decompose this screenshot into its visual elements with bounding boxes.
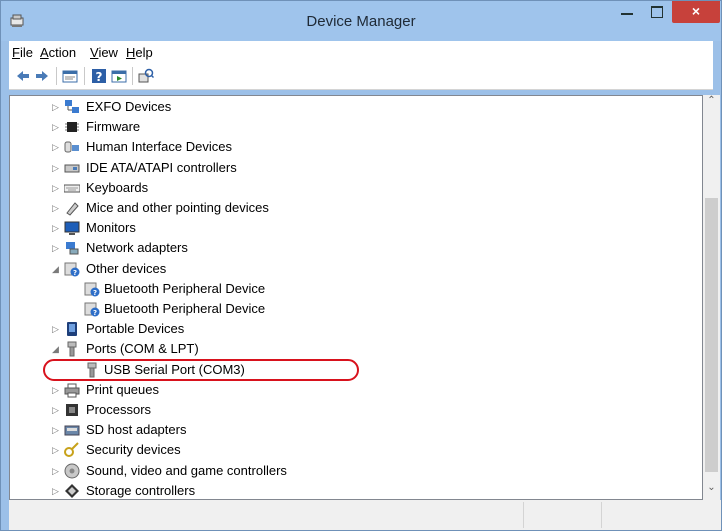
unknown-device-icon: ?	[84, 282, 100, 297]
maximize-icon	[651, 6, 663, 18]
expand-arrow-icon[interactable]: ▷	[52, 424, 62, 436]
title-bar[interactable]: Device Manager ×	[1, 1, 721, 41]
toolbar: ?	[9, 63, 713, 90]
toolbar-separator	[132, 67, 133, 85]
unknown-device-icon: ?	[64, 262, 80, 277]
expand-arrow-icon[interactable]: ▷	[52, 404, 62, 416]
sd-adapter-icon	[64, 425, 80, 436]
collapse-arrow-icon[interactable]: ◢	[52, 343, 62, 355]
tree-category-label: Keyboards	[86, 179, 149, 195]
expand-arrow-icon[interactable]: ▷	[52, 242, 62, 254]
svg-text:?: ?	[93, 289, 97, 297]
tree-category-label: Firmware	[86, 119, 141, 135]
tree-category-label: Storage controllers	[86, 482, 196, 498]
vertical-scrollbar[interactable]: ⌃ ⌄	[703, 95, 720, 500]
sound-icon	[64, 463, 80, 479]
tree-category-label: Human Interface Devices	[86, 139, 232, 155]
expand-arrow-icon[interactable]: ▷	[52, 485, 62, 497]
network-devices-icon	[65, 100, 79, 113]
keyboard-icon	[64, 184, 80, 193]
status-bar	[9, 500, 721, 530]
expand-arrow-icon[interactable]: ▷	[52, 444, 62, 456]
security-key-icon	[64, 442, 79, 458]
tree-category-label: Monitors	[86, 220, 136, 236]
scrollbar-thumb[interactable]	[705, 198, 718, 472]
storage-icon	[65, 483, 79, 498]
expand-arrow-icon[interactable]: ▷	[52, 323, 62, 335]
collapse-arrow-icon[interactable]: ◢	[52, 263, 62, 275]
close-icon: ×	[691, 3, 701, 19]
svg-text:?: ?	[96, 70, 103, 84]
minimize-button[interactable]	[613, 1, 641, 23]
unknown-device-icon: ?	[84, 302, 100, 317]
back-arrow-icon[interactable]	[15, 68, 31, 84]
tree-category-label: Portable Devices	[86, 321, 185, 337]
tree-category-label: Network adapters	[86, 240, 188, 256]
mouse-icon	[66, 202, 79, 216]
tree-category-label: SD host adapters	[86, 422, 187, 438]
firmware-icon	[65, 122, 79, 133]
tree-category-label: Sound, video and game controllers	[86, 462, 287, 478]
device-tree[interactable]: ▷ EXFO Devices ▷ Firmware ▷ Human Interface D…	[9, 95, 703, 500]
expand-arrow-icon[interactable]: ▷	[52, 222, 62, 234]
maximize-button[interactable]	[643, 1, 671, 23]
expand-arrow-icon[interactable]: ▷	[52, 182, 62, 194]
expand-arrow-icon[interactable]: ▷	[52, 101, 62, 113]
properties-icon[interactable]	[62, 68, 78, 84]
menu-view[interactable]: View	[90, 45, 118, 60]
expand-arrow-icon[interactable]: ▷	[52, 162, 62, 174]
forward-arrow-icon[interactable]	[34, 68, 50, 84]
status-panel	[523, 502, 602, 528]
tree-category-label: IDE ATA/ATAPI controllers	[86, 159, 237, 175]
tree-category-label: Security devices	[86, 442, 181, 458]
ide-controller-icon	[64, 164, 80, 173]
tree-device-label: Bluetooth Peripheral Device	[104, 301, 266, 316]
toolbar-separator	[84, 67, 85, 85]
port-icon	[67, 341, 77, 357]
expand-arrow-icon[interactable]: ▷	[52, 384, 62, 396]
tree-device-label: Bluetooth Peripheral Device	[104, 280, 266, 296]
tree-category-label: Ports (COM & LPT)	[86, 341, 199, 357]
tree-category-label: Print queues	[86, 381, 159, 397]
status-panel	[601, 502, 712, 528]
expand-arrow-icon[interactable]: ▷	[52, 465, 62, 477]
device-manager-window: Device Manager × File Action View Help ?…	[0, 0, 722, 531]
svg-text:?: ?	[93, 309, 97, 317]
network-adapter-icon	[66, 242, 79, 255]
expand-arrow-icon[interactable]: ▷	[52, 202, 62, 214]
close-button[interactable]: ×	[672, 1, 720, 23]
highlight-ring	[43, 358, 359, 381]
tree-category-label: EXFO Devices	[86, 99, 172, 114]
menu-bar: File Action View Help	[9, 41, 713, 63]
tree-category-label: Processors	[86, 402, 152, 417]
toolbar-separator	[56, 67, 57, 85]
tree-category-label: Mice and other pointing devices	[86, 200, 269, 215]
help-icon[interactable]: ?	[91, 68, 107, 84]
hid-icon	[64, 141, 79, 153]
expand-arrow-icon[interactable]: ▷	[52, 141, 62, 153]
menu-file[interactable]: File	[12, 45, 33, 60]
svg-text:?: ?	[73, 269, 77, 277]
menu-action[interactable]: Action	[40, 45, 76, 60]
expand-arrow-icon[interactable]: ▷	[52, 121, 62, 133]
menu-help[interactable]: Help	[126, 45, 153, 60]
printer-icon	[64, 383, 80, 398]
minimize-icon	[621, 13, 633, 15]
processor-icon	[66, 404, 78, 416]
tree-category-label: Other devices	[86, 260, 167, 276]
scroll-down-icon[interactable]: ⌄	[703, 482, 720, 500]
monitor-icon	[64, 221, 80, 236]
portable-device-icon	[67, 322, 77, 337]
show-hidden-icon[interactable]	[111, 68, 127, 84]
scroll-up-icon[interactable]: ⌃	[703, 95, 720, 113]
scan-hardware-icon[interactable]	[138, 68, 154, 84]
